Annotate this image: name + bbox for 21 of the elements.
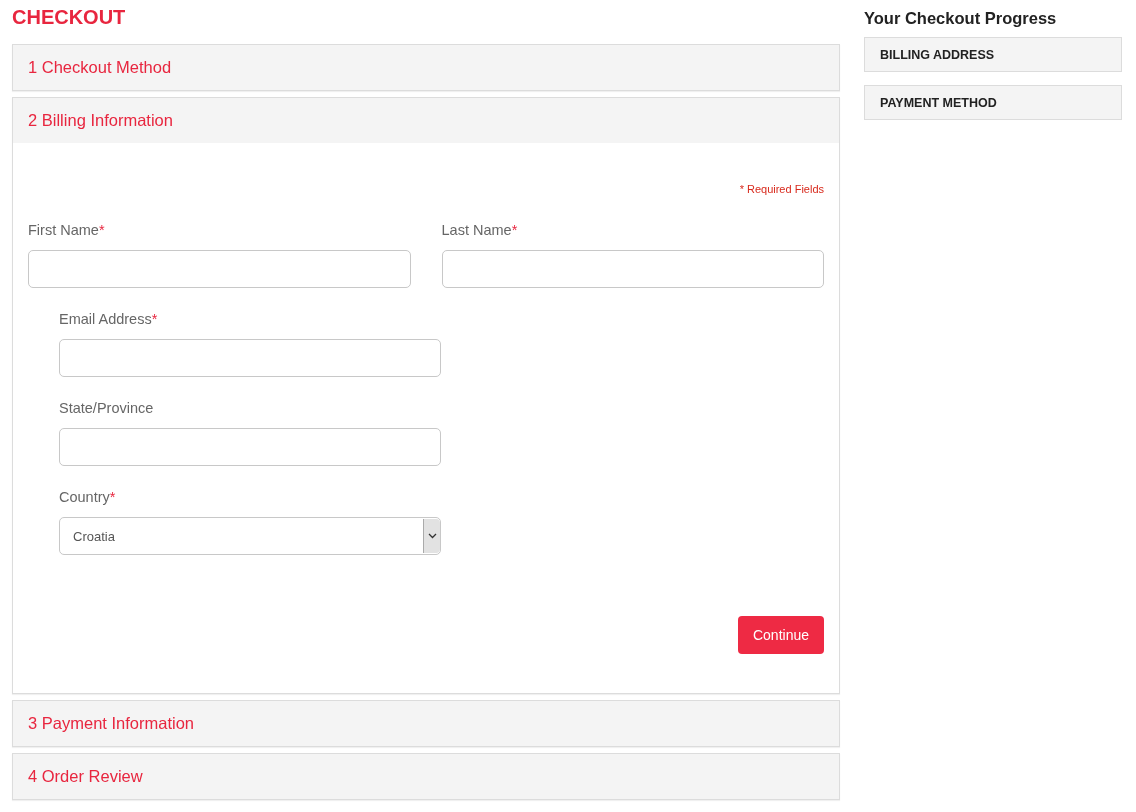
progress-step: PAYMENT METHOD: [864, 85, 1122, 120]
field-label: Last Name*: [441, 221, 519, 239]
sidebar-title: Your Checkout Progress: [864, 9, 1058, 28]
section-header[interactable]: 3 Payment Information: [28, 714, 195, 733]
text-field[interactable]: [441, 250, 824, 288]
text-field[interactable]: [59, 428, 441, 466]
required-fields-note: * Required Fields: [739, 183, 824, 195]
caret-icon: [427, 533, 437, 539]
field-label: State/Province: [59, 399, 155, 417]
page-title: CHECKOUT: [12, 6, 127, 28]
progress-step: BILLING ADDRESS: [864, 37, 1122, 72]
section-header[interactable]: 1 Checkout Method: [28, 58, 172, 77]
field-label: Country*: [59, 488, 117, 506]
text-field[interactable]: [59, 339, 441, 377]
section-header[interactable]: 2 Billing Information: [28, 111, 173, 130]
field-label: First Name*: [28, 221, 106, 239]
text-field[interactable]: [28, 250, 411, 288]
country-dropdown[interactable]: Croatia: [59, 517, 441, 555]
field-label: Email Address*: [59, 310, 159, 328]
continue-button[interactable]: Continue: [737, 616, 824, 654]
section-header[interactable]: 4 Order Review: [28, 767, 143, 786]
